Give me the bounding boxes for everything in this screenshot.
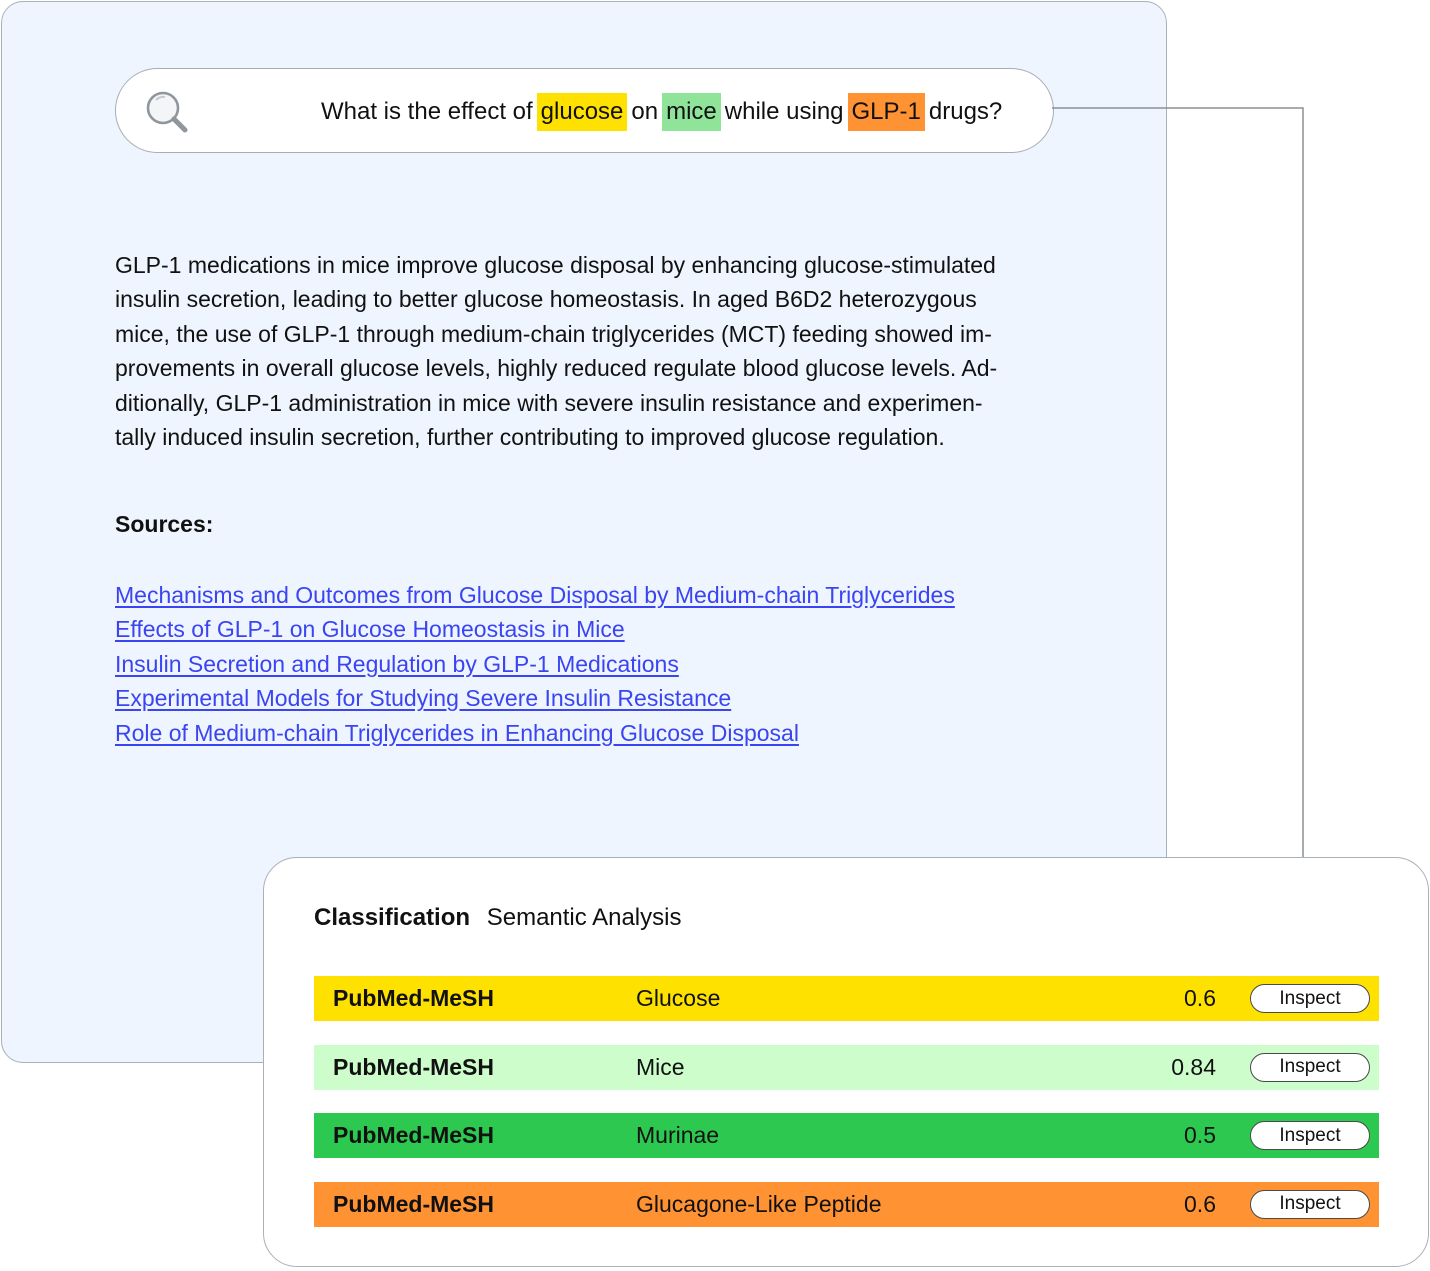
source-link[interactable]: Role of Medium-chain Triglycerides in En…: [115, 716, 955, 750]
answer-line: provements in overall glucose levels, hi…: [115, 355, 998, 382]
classification-table: PubMed-MeSH Glucose 0.6 Inspect PubMed-MeSH M…: [314, 976, 1379, 1250]
row-term: Mice: [636, 1053, 685, 1080]
row-score: 0.6: [1184, 985, 1216, 1011]
inspect-button[interactable]: Inspect: [1250, 1052, 1370, 1082]
search-icon[interactable]: [144, 89, 190, 135]
classification-subtitle: Semantic Analysis: [486, 904, 682, 931]
row-score: 0.6: [1184, 1190, 1216, 1217]
query-text: drugs?: [928, 97, 1003, 125]
row-source: PubMed-MeSH: [333, 1190, 494, 1217]
inspect-button[interactable]: Inspect: [1250, 1121, 1370, 1151]
row-score: 0.84: [1171, 1053, 1216, 1080]
query-text: What is the effect of: [321, 97, 533, 125]
answer-line: tally induced insulin secretion, further…: [115, 424, 945, 451]
classification-header: Classification Semantic Analysis: [314, 904, 681, 932]
query-highlight-term: GLP-1: [847, 92, 925, 131]
classification-row: PubMed-MeSH Mice 0.84 Inspect: [314, 1044, 1379, 1090]
stage: What is the effect of glucose on mice wh…: [0, 0, 1430, 1271]
classification-card: Classification Semantic Analysis PubMed-…: [263, 857, 1429, 1267]
row-score: 0.5: [1184, 1122, 1216, 1149]
inspect-button[interactable]: Inspect: [1250, 1189, 1370, 1219]
answer-line: ditionally, GLP-1 administration in mice…: [115, 389, 983, 416]
row-term: Glucose: [636, 985, 721, 1011]
query-highlight-term: mice: [662, 92, 721, 131]
classification-row: PubMed-MeSH Glucagone-Like Peptide 0.6 Insp…: [314, 1181, 1379, 1227]
source-link[interactable]: Effects of GLP-1 on Glucose Homeostasis …: [115, 612, 955, 646]
row-source: PubMed-MeSH: [333, 985, 494, 1011]
row-source: PubMed-MeSH: [333, 1053, 494, 1080]
source-link[interactable]: Mechanisms and Outcomes from Glucose Dis…: [115, 578, 955, 612]
query-text: on: [631, 97, 659, 125]
classification-row: PubMed-MeSH Glucose 0.6 Inspect: [314, 976, 1379, 1021]
sources-list: Mechanisms and Outcomes from Glucose Dis…: [115, 578, 955, 750]
query-text: while using: [724, 97, 844, 125]
inspect-button[interactable]: Inspect: [1250, 984, 1370, 1013]
query-highlight-term: glucose: [536, 92, 628, 131]
sources-heading: Sources:: [115, 511, 214, 537]
answer-line: mice, the use of GLP-1 through medium-ch…: [115, 320, 992, 347]
answer-text: GLP-1 medications in mice improve glucos…: [115, 248, 1055, 454]
source-link[interactable]: Insulin Secretion and Regulation by GLP-…: [115, 647, 955, 681]
row-source: PubMed-MeSH: [333, 1122, 494, 1149]
answer-line: GLP-1 medications in mice improve glucos…: [115, 252, 996, 278]
source-link[interactable]: Experimental Models for Studying Severe …: [115, 681, 955, 715]
search-query[interactable]: What is the effect of glucose on mice wh…: [321, 69, 1002, 154]
classification-row: PubMed-MeSH Murinae 0.5 Inspect: [314, 1113, 1379, 1159]
answer-line: insulin secretion, leading to better glu…: [115, 286, 977, 313]
classification-title: Classification: [314, 904, 471, 931]
search-bar[interactable]: What is the effect of glucose on mice wh…: [115, 68, 1054, 153]
row-term: Glucagone-Like Peptide: [636, 1190, 882, 1217]
row-term: Murinae: [636, 1122, 720, 1149]
